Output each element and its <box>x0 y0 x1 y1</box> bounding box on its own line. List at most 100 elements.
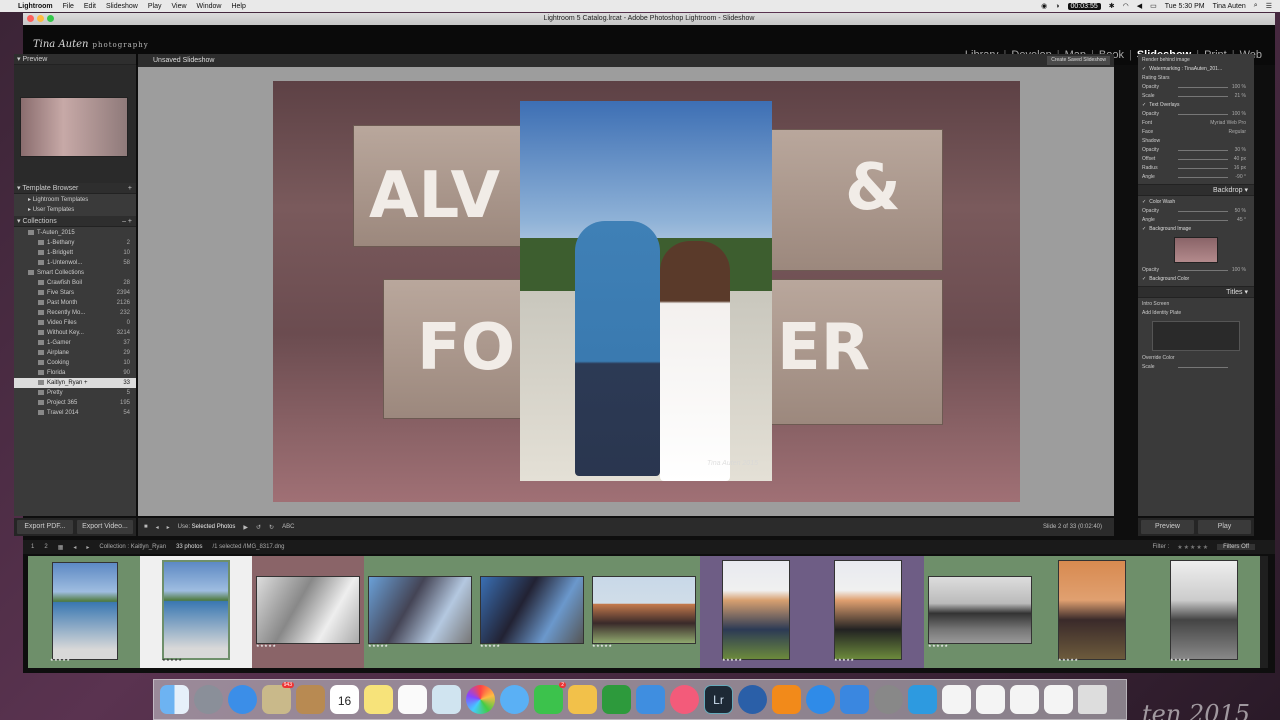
collection-item[interactable]: 1-Gamer 37 <box>14 338 136 348</box>
titles-panel-header[interactable]: Titles ▾ <box>1138 286 1254 298</box>
next-slide-icon[interactable]: ▸ <box>167 524 170 531</box>
collection-item[interactable]: Crawfish Boil 28 <box>14 278 136 288</box>
add-text-button[interactable]: ABC <box>282 524 294 530</box>
filmstrip-thumbnail[interactable]: ★★★★★ <box>812 556 924 668</box>
numbers-icon[interactable] <box>602 685 631 714</box>
template-folder-user[interactable]: ▸ User Templates <box>14 205 136 215</box>
intro-screen-toggle[interactable]: Intro Screen <box>1142 300 1250 309</box>
calendar-icon[interactable]: 16 <box>330 685 359 714</box>
notes-icon[interactable] <box>364 685 393 714</box>
network-icon[interactable] <box>908 685 937 714</box>
export-pdf-button[interactable]: Export PDF... <box>17 520 73 534</box>
export-video-button[interactable]: Export Video... <box>77 520 133 534</box>
identity-plate-preview[interactable] <box>1152 321 1240 351</box>
slider-row[interactable]: Scale <box>1142 363 1250 372</box>
menu-window[interactable]: Window <box>197 3 222 10</box>
slider-row[interactable]: Opacity 50 % <box>1142 207 1250 216</box>
document-icon[interactable] <box>976 685 1005 714</box>
collections-header[interactable]: ▾ Collections – + <box>14 216 136 227</box>
zoom-window-icon[interactable] <box>47 15 54 22</box>
slider-row[interactable]: Angle -90 ° <box>1142 173 1250 182</box>
grid-icon[interactable]: ▦ <box>58 544 64 551</box>
volume-icon[interactable]: ◀ <box>1137 2 1142 10</box>
collection-item[interactable]: 1-Bethany 2 <box>14 238 136 248</box>
filmstrip-thumbnail[interactable]: ★★★★★ <box>364 556 476 668</box>
slider-row[interactable]: Opacity 100 % <box>1142 83 1250 92</box>
menu-help[interactable]: Help <box>231 3 245 10</box>
preview-panel-header[interactable]: ▾ Preview <box>14 54 136 65</box>
template-browser-header[interactable]: ▾ Template Browser + <box>14 183 136 194</box>
slide[interactable]: ALV & FO ER Tina Auten 2015 <box>273 81 1020 502</box>
app-store-icon[interactable] <box>806 685 835 714</box>
menu-edit[interactable]: Edit <box>84 3 96 10</box>
record-icon[interactable]: ◉ <box>1041 2 1047 10</box>
itunes-icon[interactable] <box>670 685 699 714</box>
shadow-toggle[interactable]: Shadow <box>1142 137 1250 146</box>
add-collection-icon[interactable]: – + <box>122 216 132 227</box>
document-icon[interactable] <box>1010 685 1039 714</box>
collection-item[interactable]: Recently Mo... 232 <box>14 308 136 318</box>
slider-row[interactable]: Opacity 100 % <box>1142 266 1250 275</box>
slide-photo[interactable]: Tina Auten 2015 <box>520 101 772 481</box>
notification-center-icon[interactable]: ☰ <box>1266 2 1272 10</box>
app-menu[interactable]: Lightroom <box>18 3 53 10</box>
page-2-button[interactable]: 2 <box>44 544 47 550</box>
messages-icon[interactable] <box>500 685 529 714</box>
back-icon[interactable]: ◂ <box>73 544 76 551</box>
rotate-right-icon[interactable]: ↻ <box>269 524 274 531</box>
photos-app-icon[interactable] <box>466 685 495 714</box>
pages-icon[interactable] <box>568 685 597 714</box>
menu-slideshow[interactable]: Slideshow <box>106 3 138 10</box>
document-icon[interactable] <box>942 685 971 714</box>
create-saved-slideshow-button[interactable]: Create Saved Slideshow <box>1047 56 1110 65</box>
filmstrip-thumbnail[interactable]: ★★★★★ <box>1036 556 1148 668</box>
identity-plate-toggle[interactable]: Add Identity Plate <box>1142 309 1250 318</box>
template-folder-lightroom[interactable]: ▸ Lightroom Templates <box>14 195 136 205</box>
text-overlays-toggle[interactable]: Text Overlays <box>1142 101 1250 110</box>
collection-item[interactable]: Video Files 0 <box>14 318 136 328</box>
facetime-icon[interactable]: 2 <box>534 682 566 714</box>
collection-set[interactable]: Smart Collections <box>14 268 136 278</box>
background-color-toggle[interactable]: Background Color <box>1142 275 1250 284</box>
photos-icon[interactable]: 943 <box>262 682 294 714</box>
collection-item[interactable]: Five Stars 2394 <box>14 288 136 298</box>
slider-row[interactable]: Offset 40 px <box>1142 155 1250 164</box>
filmstrip-thumbnail[interactable]: ★★★★★ <box>476 556 588 668</box>
collection-item[interactable]: Travel 2014 54 <box>14 408 136 418</box>
play-preview-icon[interactable]: ▶ <box>243 524 248 531</box>
use-selector[interactable]: Use: Selected Photos <box>178 524 236 530</box>
minimize-window-icon[interactable] <box>37 15 44 22</box>
trash-icon[interactable] <box>1078 685 1107 714</box>
recording-timer[interactable]: 00:03:55 <box>1067 2 1101 10</box>
zoom-icon[interactable] <box>840 685 869 714</box>
stop-icon[interactable]: ■ <box>144 524 148 530</box>
filmstrip-source[interactable]: Collection : Kaitlyn_Ryan <box>99 544 166 550</box>
face-select[interactable]: Face Regular <box>1142 128 1250 137</box>
downloads-icon[interactable] <box>1044 685 1073 714</box>
bluetooth-icon[interactable]: ✱ <box>1109 2 1115 10</box>
wifi-icon[interactable]: ◠ <box>1123 2 1129 10</box>
filmstrip-thumbnail[interactable]: ★★★★★ <box>28 556 140 668</box>
quicktime-icon[interactable] <box>738 685 767 714</box>
collection-item[interactable]: Past Month 2126 <box>14 298 136 308</box>
status-icon[interactable]: ◑ <box>1055 3 1059 10</box>
color-wash-toggle[interactable]: Color Wash <box>1142 198 1250 207</box>
collection-item[interactable]: Project 365 195 <box>14 398 136 408</box>
filters-off-select[interactable]: Filters Off <box>1217 544 1255 550</box>
keynote-icon[interactable] <box>636 685 665 714</box>
watermark-toggle[interactable]: Watermarking : TinaAuten_201... <box>1142 65 1250 74</box>
collection-item[interactable]: Airplane 29 <box>14 348 136 358</box>
slider-row[interactable]: Radius 16 px <box>1142 164 1250 173</box>
slider-row[interactable]: Opacity 100 % <box>1142 110 1250 119</box>
previous-slide-icon[interactable]: ◂ <box>156 524 159 531</box>
filmstrip-thumbnail[interactable]: ★★★★★ <box>252 556 364 668</box>
collection-item[interactable]: Florida 90 <box>14 368 136 378</box>
close-window-icon[interactable] <box>27 15 34 22</box>
filmstrip-thumbnail[interactable]: ★★★★★ <box>588 556 700 668</box>
menu-file[interactable]: File <box>63 3 74 10</box>
font-select[interactable]: Font Myriad Web Pro <box>1142 119 1250 128</box>
collection-item[interactable]: 1-Untenwol... 58 <box>14 258 136 268</box>
page-1-button[interactable]: 1 <box>31 544 34 550</box>
clock[interactable]: Tue 5:30 PM <box>1165 3 1205 10</box>
collection-set[interactable]: T-Auten_2015 <box>14 228 136 238</box>
